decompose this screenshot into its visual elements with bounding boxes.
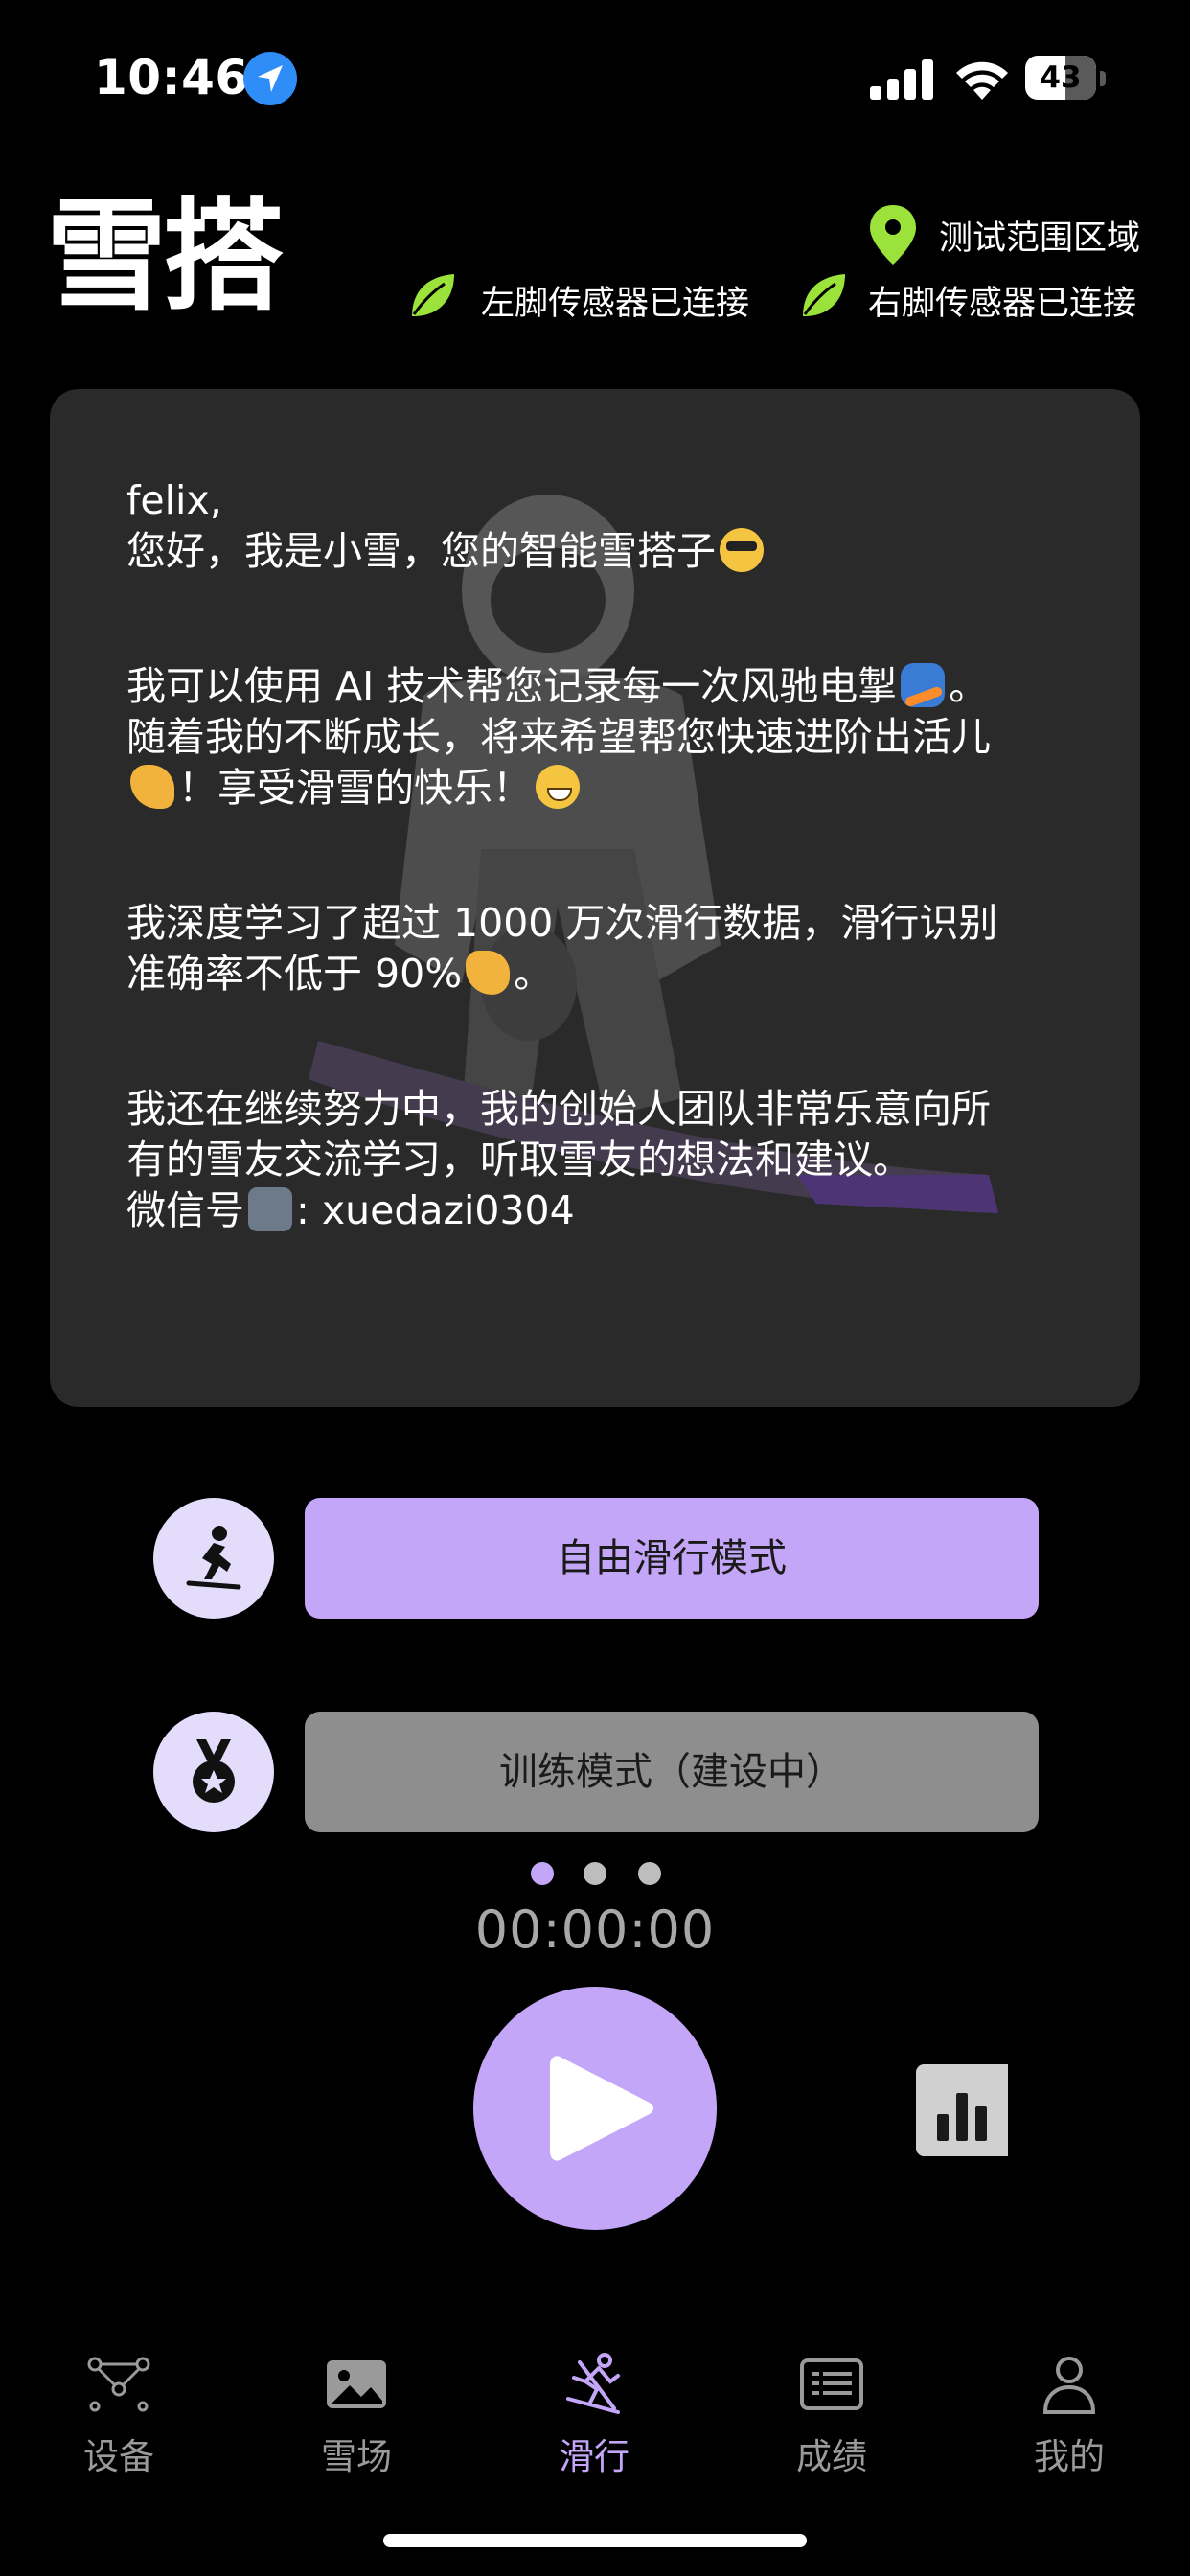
grinning-emoji-icon <box>536 765 580 809</box>
tab-device[interactable]: 设备 <box>33 2353 205 2479</box>
image-icon <box>327 2360 386 2408</box>
medal-icon[interactable] <box>153 1712 274 1832</box>
play-button[interactable] <box>473 1987 717 2230</box>
tab-resort[interactable]: 雪场 <box>270 2353 443 2479</box>
satellite-emoji-icon <box>248 1187 292 1231</box>
skier-icon <box>566 2353 620 2414</box>
tab-label: 成绩 <box>796 2436 867 2477</box>
intro-paragraph-1d: ！享受滑雪的快乐！ <box>178 765 532 811</box>
wechat-label: 微信号 <box>126 1187 244 1233</box>
intro-paragraph-1a: 我可以使用 AI 技术帮您记录每一次风驰电掣 <box>126 663 898 709</box>
stats-chart-icon[interactable] <box>916 2064 1008 2156</box>
tab-label: 我的 <box>1034 2436 1105 2477</box>
intro-paragraph-2a: 我深度学习了超过 1000 万次滑行数据，滑行识别 <box>126 900 998 946</box>
ride-timer: 00:00:00 <box>474 1899 716 1960</box>
page-dot[interactable] <box>638 1862 661 1885</box>
intro-paragraph-3b: 有的雪友交流学习，听取雪友的想法和建议。 <box>126 1137 912 1183</box>
wechat-id: : xuedazi0304 <box>296 1187 575 1233</box>
location-arrow-icon <box>243 52 297 105</box>
training-mode-button[interactable]: 训练模式（建设中） <box>305 1712 1039 1832</box>
battery-level: 43 <box>1040 60 1082 95</box>
status-time: 10:46 <box>94 50 249 105</box>
test-region-label: 测试范围区域 <box>939 219 1141 258</box>
tab-label: 设备 <box>83 2436 154 2477</box>
map-pin-icon <box>870 205 916 264</box>
skier-mode-icon[interactable] <box>153 1498 274 1619</box>
app-logo: 雪搭 <box>46 186 284 327</box>
intro-paragraph-1b: 。 <box>949 663 989 709</box>
person-icon <box>1042 2357 1096 2414</box>
list-card-icon <box>800 2358 863 2410</box>
tab-ride[interactable]: 滑行 <box>508 2353 680 2479</box>
snowboarder-emoji-icon <box>901 663 946 707</box>
intro-paragraph-3a: 我还在继续努力中，我的创始人团队非常乐意向所 <box>126 1086 991 1132</box>
free-ride-mode-button[interactable]: 自由滑行模式 <box>305 1498 1039 1619</box>
play-icon <box>550 2056 653 2161</box>
page-dot-active[interactable] <box>531 1862 554 1885</box>
leaf-icon <box>412 274 454 316</box>
tab-profile[interactable]: 我的 <box>983 2353 1156 2479</box>
flexed-biceps-emoji-icon <box>130 765 174 809</box>
device-nodes-icon <box>87 2357 150 2412</box>
home-indicator[interactable] <box>383 2534 807 2547</box>
tab-results[interactable]: 成绩 <box>745 2353 918 2479</box>
intro-paragraph-1c: 随着我的不断成长，将来希望帮您快速进阶出活儿 <box>126 714 991 760</box>
intro-paragraph-2c: 。 <box>514 951 554 997</box>
cellular-signal-icon <box>870 59 933 100</box>
sunglasses-emoji-icon <box>720 528 764 572</box>
left-sensor-status: 左脚传感器已连接 <box>481 285 750 323</box>
tab-label: 滑行 <box>559 2436 629 2477</box>
leaf-icon <box>803 274 845 316</box>
right-sensor-status: 右脚传感器已连接 <box>868 285 1137 323</box>
page-dot[interactable] <box>584 1862 606 1885</box>
greeting-name: felix, <box>126 477 222 523</box>
battery-icon: 43 <box>1025 56 1106 104</box>
intro-paragraph-2b: 准确率不低于 90% <box>126 951 463 997</box>
thumbs-up-emoji-icon <box>466 951 511 995</box>
greeting-text: 您好，我是小雪，您的智能雪搭子 <box>126 528 716 574</box>
wifi-icon <box>956 61 1008 100</box>
intro-card: felix, 您好，我是小雪，您的智能雪搭子 我可以使用 AI 技术帮您记录每一… <box>50 389 1140 1407</box>
tab-label: 雪场 <box>321 2436 392 2477</box>
